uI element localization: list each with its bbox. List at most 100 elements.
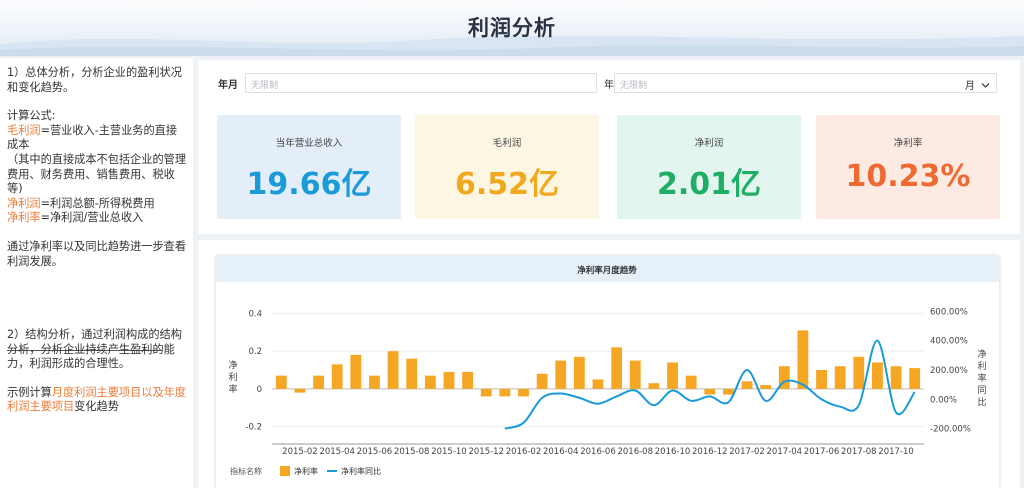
bar-net-margin[interactable]	[406, 358, 418, 389]
month-dropdown[interactable]: 月	[965, 77, 990, 92]
kpi-label: 净利润	[694, 138, 724, 149]
bar-net-margin[interactable]	[424, 375, 436, 389]
legend-series-line[interactable]: 净利率同比	[341, 466, 381, 476]
kpi-value: 19.66亿	[246, 167, 372, 202]
net-profit-term: 净利润	[7, 196, 41, 210]
bar-net-margin[interactable]	[722, 388, 734, 395]
kpi-card-panel: 年月 无限制 年 无限制 月 当年营业总收入 19.66亿 毛利润 6.52亿 …	[198, 60, 1020, 234]
y-tick-label: -0.2	[245, 423, 262, 433]
trend-note: 通过净利率以及同比趋势进一步查看利润发展。	[7, 239, 187, 268]
x-tick-label: 2015-02	[282, 447, 318, 457]
x-tick-label: 2016-04	[543, 447, 579, 457]
year-month-label: 年月	[218, 80, 238, 91]
example-note: 示例计算月度利润主要项目以及年度利润主要项目变化趋势	[7, 385, 187, 414]
analysis-notes-panel: 1）总体分析，分析企业的盈利状况和变化趋势。 计算公式: 毛利润=营业收入-主营…	[0, 58, 193, 488]
filter-bar: 年月 无限制 年 无限制 月	[218, 73, 998, 93]
bar-net-margin[interactable]	[350, 354, 362, 389]
gross-profit-note: （其中的直接成本不包括企业的管理费用、财务费用、销售费用、税收等)	[7, 152, 187, 196]
x-tick-label: 2017-06	[804, 447, 840, 457]
x-tick-label: 2017-10	[878, 447, 914, 457]
net-margin-trend-chart: 净利率月度趋势 0.4 0.2 0 -0.2 600.00% 400.00% 200.00%…	[216, 256, 999, 488]
kpi-card-gross-profit: 毛利润 6.52亿	[415, 115, 599, 219]
y2-axis-label: 净利率同比	[977, 348, 986, 408]
x-tick-label: 2017-08	[841, 447, 877, 457]
year-month-input[interactable]: 无限制	[245, 73, 597, 93]
x-tick-label: 2015-04	[319, 447, 355, 457]
bar-net-margin[interactable]	[890, 366, 902, 389]
legend-swatch-bar	[280, 466, 290, 476]
legend-title: 指标名称	[230, 466, 262, 476]
bar-net-margin[interactable]	[872, 362, 883, 389]
x-tick-label: 2015-06	[357, 447, 393, 457]
chart-svg: 净利率月度趋势 0.4 0.2 0 -0.2 600.00% 400.00% 200.00%…	[216, 256, 999, 476]
bar-net-margin[interactable]	[816, 370, 827, 389]
bar-net-margin[interactable]	[797, 330, 809, 389]
bar-net-margin[interactable]	[536, 373, 548, 389]
x-tick-label: 2015-10	[431, 447, 467, 457]
y-tick-label: 0	[257, 385, 262, 395]
page-title: 利润分析	[468, 16, 556, 40]
kpi-value: 6.52亿	[454, 167, 560, 202]
bar-net-margin[interactable]	[648, 383, 660, 389]
chevron-down-icon	[981, 83, 990, 88]
net-profit-formula: 净利润=利润总额-所得税费用	[7, 196, 155, 210]
header-banner: 利润分析	[0, 0, 1024, 56]
formula-title: 计算公式:	[7, 109, 56, 123]
x-tick-label: 2016-08	[617, 447, 653, 457]
kpi-card-net-margin: 净利率 10.23%	[816, 115, 1000, 219]
gross-profit-formula: 毛利润=营业收入-主营业务的直接成本	[7, 123, 178, 152]
kpi-label: 当年营业总收入	[275, 138, 343, 149]
bar-net-margin[interactable]	[443, 371, 455, 389]
bar-net-margin[interactable]	[518, 388, 529, 397]
year-label: 年	[604, 80, 614, 91]
gross-profit-term: 毛利润	[7, 123, 41, 137]
bar-net-margin[interactable]	[369, 375, 380, 389]
x-tick-label: 2017-02	[729, 447, 765, 457]
x-tick-label: 2015-12	[468, 447, 504, 457]
x-tick-label: 2016-02	[506, 447, 542, 457]
bar-net-margin[interactable]	[331, 364, 343, 389]
bar-net-margin[interactable]	[313, 375, 324, 389]
kpi-label: 净利率	[893, 138, 923, 149]
bar-net-margin[interactable]	[853, 356, 865, 389]
x-tick-label: 2015-08	[394, 447, 430, 457]
bar-net-margin[interactable]	[573, 356, 585, 389]
bar-net-margin[interactable]	[499, 388, 511, 397]
section2: 2）结构分析，通过利润构成的结构分析，分析企业持续产生盈利的能力，利润形成的合理…	[7, 328, 187, 415]
bar-net-margin[interactable]	[592, 379, 604, 389]
kpi-value: 10.23%	[845, 159, 971, 194]
line-net-margin-yoy[interactable]	[504, 339, 916, 430]
bar-net-margin[interactable]	[480, 388, 492, 397]
year-select[interactable]: 无限制 月	[614, 73, 997, 93]
kpi-card-revenue: 当年营业总收入 19.66亿	[217, 115, 401, 219]
x-tick-label: 2016-12	[692, 447, 728, 457]
x-tick-label: 2016-10	[655, 447, 691, 457]
y-tick-label: 0.4	[248, 309, 262, 319]
bar-net-margin[interactable]	[294, 388, 306, 393]
y-tick-label: 0.2	[248, 347, 262, 357]
bar-net-margin[interactable]	[629, 360, 641, 389]
bar-net-margin[interactable]	[275, 375, 287, 389]
bar-net-margin[interactable]	[834, 366, 846, 389]
bar-net-margin[interactable]	[909, 368, 921, 389]
y2-tick-label: 200.00%	[930, 366, 968, 376]
bar-net-margin[interactable]	[667, 362, 678, 389]
bar-net-margin[interactable]	[387, 351, 399, 389]
legend-series-bar[interactable]: 净利率	[294, 466, 318, 476]
bar-net-margin[interactable]	[685, 375, 697, 389]
y-axis-label: 净利率	[228, 359, 237, 395]
bar-net-margin[interactable]	[704, 388, 716, 395]
bar-net-margin[interactable]	[462, 371, 474, 389]
y2-tick-label: 0.00%	[930, 395, 957, 405]
bar-net-margin[interactable]	[611, 347, 623, 389]
bar-net-margin[interactable]	[555, 360, 567, 389]
x-tick-label: 2016-06	[580, 447, 616, 457]
bar-net-margin[interactable]	[760, 385, 772, 389]
chart-title: 净利率月度趋势	[577, 265, 637, 276]
x-tick-label: 2017-04	[767, 447, 803, 457]
y2-tick-label: -200.00%	[930, 425, 971, 435]
kpi-value: 2.01亿	[656, 167, 762, 202]
net-margin-term: 净利率	[7, 211, 41, 225]
bar-net-margin[interactable]	[741, 381, 753, 389]
section2-intro: 2）结构分析，通过利润构成的结构分析，分析企业持续产生盈利的能力，利润形成的合理…	[7, 328, 182, 371]
